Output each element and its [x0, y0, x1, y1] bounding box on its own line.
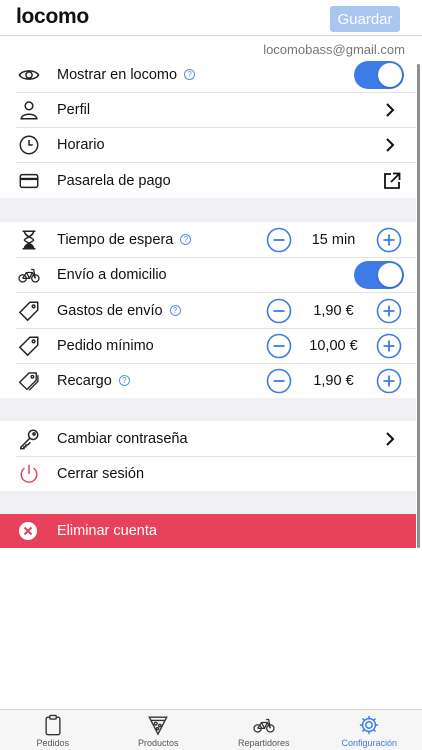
- minimum-order-value: 10,00 €: [309, 337, 358, 354]
- chevron-right-icon: [386, 431, 395, 446]
- row-label: Pasarela de pago: [57, 172, 171, 189]
- help-icon[interactable]: ?: [184, 69, 196, 80]
- bike-icon: [253, 718, 275, 733]
- tab-products[interactable]: Productos: [106, 710, 212, 750]
- delete-account-label: Eliminar cuenta: [57, 523, 157, 539]
- tab-label: Pedidos: [36, 738, 70, 748]
- waiting-time-value: 15 min: [311, 231, 356, 248]
- tab-label: Repartidores: [237, 738, 290, 748]
- row-profile[interactable]: Perfil: [0, 92, 416, 127]
- delete-account-button[interactable]: Eliminar cuenta: [0, 514, 416, 548]
- card-icon: [18, 170, 40, 192]
- delivery-fee-value: 1,90 €: [313, 302, 354, 319]
- row-surcharge: Recargo? 1,90 €: [0, 363, 416, 398]
- key-icon: [18, 428, 40, 450]
- pizza-icon: [148, 716, 169, 736]
- toggle-knob: [378, 62, 402, 87]
- row-label: Envío a domicilio: [57, 266, 167, 283]
- row-schedule[interactable]: Horario: [0, 127, 416, 162]
- row-home-delivery: Envío a domicilio: [0, 257, 416, 292]
- section-gap: [0, 198, 416, 222]
- row-label: Perfil: [57, 101, 91, 118]
- close-circle-icon: [19, 522, 37, 540]
- gear-icon: [360, 715, 379, 735]
- help-icon[interactable]: ?: [118, 375, 130, 386]
- tab-settings[interactable]: Configuración: [317, 710, 422, 750]
- tab-orders[interactable]: Pedidos: [0, 710, 106, 750]
- row-label: Tiempo de espera: [57, 231, 174, 248]
- tab-label: Productos: [137, 738, 179, 748]
- row-label: Gastos de envío: [57, 302, 163, 319]
- toggle-knob: [378, 262, 402, 287]
- row-delivery-fee: Gastos de envío? 1,90 €: [0, 293, 416, 328]
- tab-bar: Pedidos Productos Repartidores Configura…: [0, 709, 422, 750]
- row-show-in-locomo: Mostrar en locomo?: [0, 57, 416, 92]
- home-delivery-toggle[interactable]: [354, 260, 404, 289]
- row-minimum-order: Pedido mínimo 10,00 €: [0, 328, 416, 363]
- row-label: Cerrar sesión: [57, 465, 145, 482]
- tag-icon: [18, 300, 40, 322]
- tags-icon: [18, 370, 40, 392]
- empty-area: [0, 548, 416, 709]
- row-label: Mostrar en locomo: [57, 66, 178, 83]
- tag-icon: [18, 335, 40, 357]
- chevron-right-icon: [386, 102, 395, 117]
- section-gap: [0, 398, 416, 421]
- row-change-password[interactable]: Cambiar contraseña: [0, 421, 416, 456]
- row-payment-gateway[interactable]: Pasarela de pago: [0, 163, 416, 198]
- decrease-button[interactable]: [266, 333, 292, 359]
- row-label: Cambiar contraseña: [57, 430, 188, 447]
- clock-icon: [18, 134, 40, 156]
- row-logout[interactable]: Cerrar sesión: [0, 456, 416, 491]
- save-button[interactable]: Guardar: [330, 6, 400, 32]
- row-label: Horario: [57, 136, 105, 153]
- help-icon[interactable]: ?: [169, 305, 181, 316]
- show-in-locomo-toggle[interactable]: [354, 60, 404, 89]
- top-bar: locomo Guardar: [0, 0, 422, 36]
- tab-label: Configuración: [341, 738, 398, 748]
- decrease-button[interactable]: [266, 368, 292, 394]
- external-link-icon: [384, 172, 401, 189]
- row-label: Pedido mínimo: [57, 337, 154, 354]
- hourglass-icon: [18, 229, 40, 251]
- bike-icon: [18, 264, 40, 286]
- chevron-right-icon: [386, 137, 395, 152]
- scrollbar[interactable]: [417, 64, 420, 548]
- app-logo: locomo: [16, 5, 89, 28]
- decrease-button[interactable]: [266, 298, 292, 324]
- user-icon: [18, 99, 40, 121]
- power-icon: [18, 463, 40, 485]
- help-icon[interactable]: ?: [180, 234, 192, 245]
- account-email: locomobass@gmail.com: [263, 42, 405, 57]
- increase-button[interactable]: [376, 368, 402, 394]
- increase-button[interactable]: [376, 298, 402, 324]
- section-gap: [0, 491, 416, 514]
- eye-icon: [18, 64, 40, 86]
- surcharge-value: 1,90 €: [313, 372, 354, 389]
- tab-couriers[interactable]: Repartidores: [211, 710, 317, 750]
- increase-button[interactable]: [376, 333, 402, 359]
- row-waiting-time: Tiempo de espera? 15 min: [0, 222, 416, 257]
- decrease-button[interactable]: [266, 227, 292, 253]
- clipboard-icon: [45, 714, 61, 736]
- row-label: Recargo: [57, 372, 112, 389]
- increase-button[interactable]: [376, 227, 402, 253]
- settings-list[interactable]: locomobass@gmail.com Mostrar en locomo? …: [0, 36, 416, 709]
